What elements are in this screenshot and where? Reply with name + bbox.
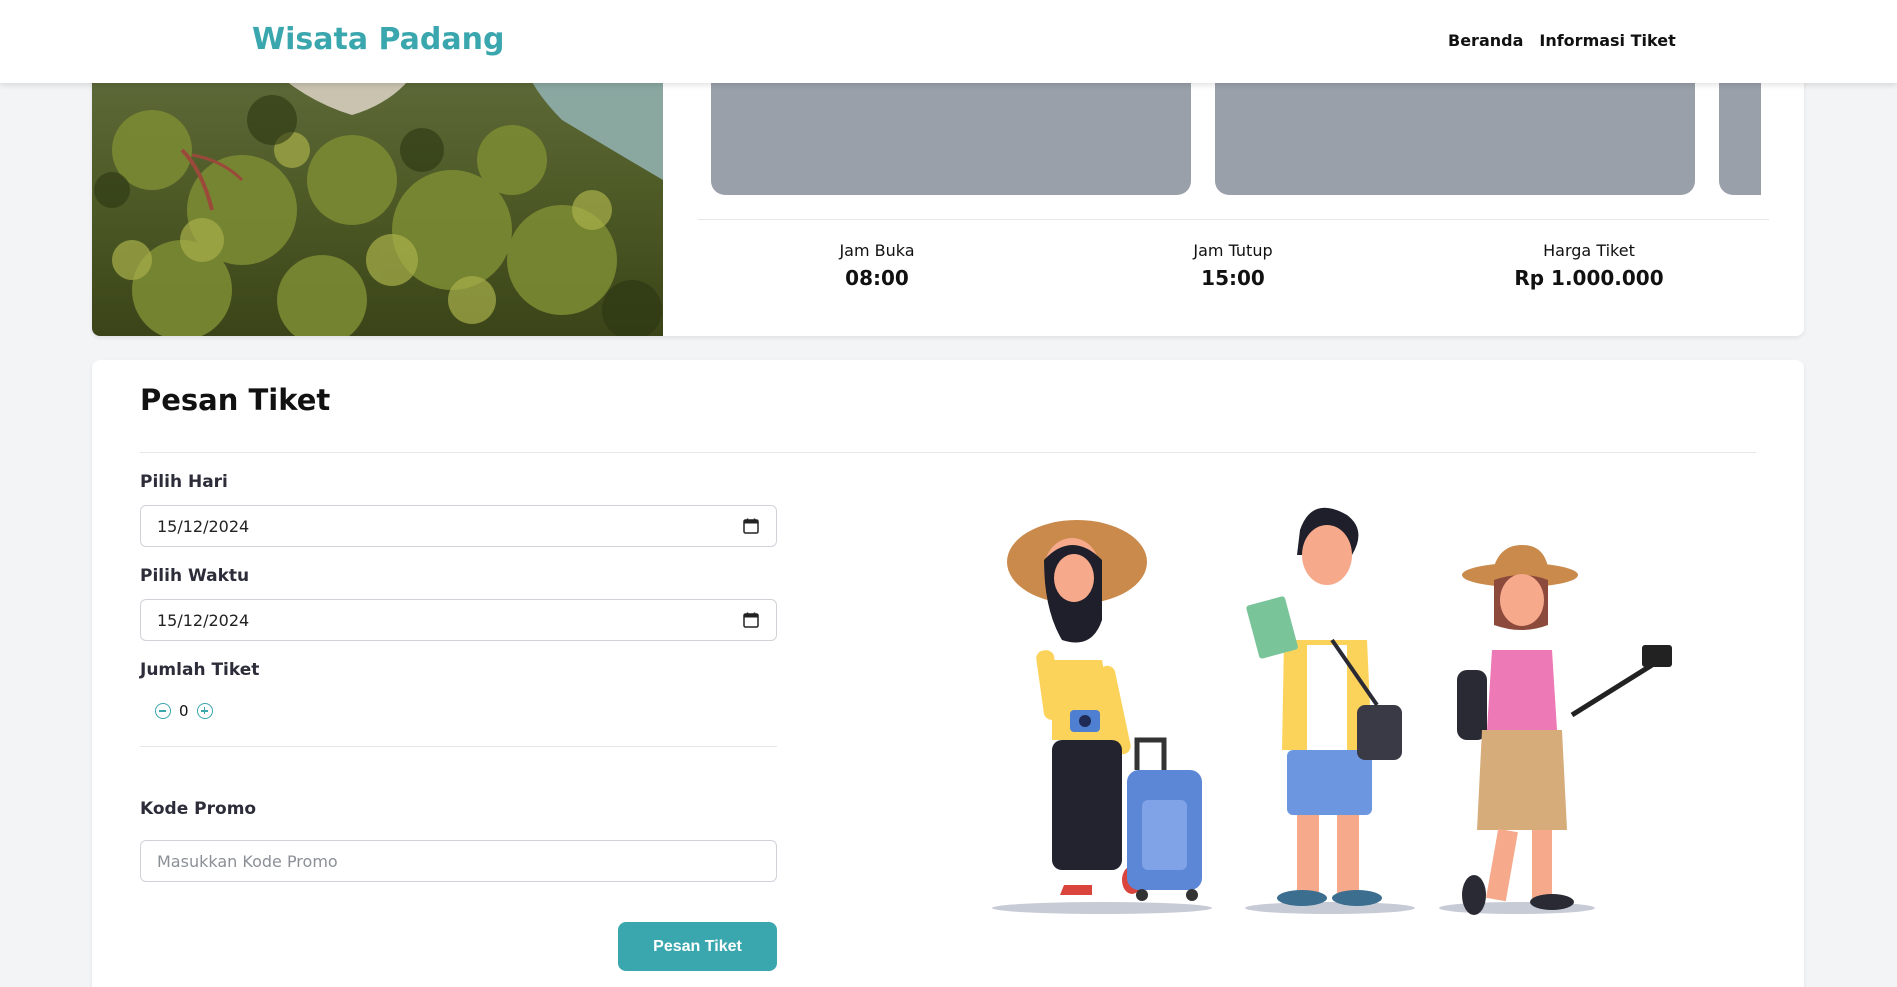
info-open-hour: Jam Buka 08:00 <box>757 241 997 290</box>
close-hour-value: 15:00 <box>1201 266 1265 290</box>
day-label: Pilih Hari <box>140 472 228 492</box>
promo-field[interactable] <box>140 840 777 882</box>
quantity-stepper: 0 <box>155 702 213 720</box>
quantity-label: Jumlah Tiket <box>140 660 260 680</box>
promo-label: Kode Promo <box>140 799 257 819</box>
time-date-value: 15/12/2024 <box>157 610 250 630</box>
destination-photo <box>92 60 663 336</box>
booking-title: Pesan Tiket <box>140 383 331 417</box>
nav-link-informasi-tiket[interactable]: Informasi Tiket <box>1539 31 1675 50</box>
nav-link-beranda[interactable]: Beranda <box>1448 31 1523 50</box>
nav-links: Beranda Informasi Tiket <box>1448 31 1676 50</box>
quantity-value: 0 <box>179 702 189 720</box>
open-hour-label: Jam Buka <box>839 241 915 260</box>
calendar-icon[interactable] <box>742 517 760 535</box>
ticket-price-label: Harga Tiket <box>1543 241 1635 260</box>
close-hour-label: Jam Tutup <box>1193 241 1273 260</box>
minus-circle-icon[interactable] <box>155 703 171 719</box>
submit-booking-button[interactable]: Pesan Tiket <box>618 922 777 971</box>
time-date-input[interactable]: 15/12/2024 <box>140 599 777 641</box>
title-divider <box>140 452 1756 453</box>
traveler-woman-selfie <box>1457 545 1672 915</box>
traveler-man-map <box>1246 507 1402 906</box>
calendar-icon[interactable] <box>742 611 760 629</box>
brand-logo[interactable]: Wisata Padang <box>252 22 504 57</box>
info-ticket-price: Harga Tiket Rp 1.000.000 <box>1469 241 1709 290</box>
day-date-input[interactable]: 15/12/2024 <box>140 505 777 547</box>
booking-card: Pesan Tiket Pilih Hari 15/12/2024 Pilih … <box>92 360 1804 987</box>
promo-input[interactable] <box>157 851 760 871</box>
info-close-hour: Jam Tutup 15:00 <box>1113 241 1353 290</box>
info-divider <box>698 219 1769 220</box>
time-label: Pilih Waktu <box>140 566 250 586</box>
navbar: Wisata Padang Beranda Informasi Tiket <box>0 0 1897 83</box>
quantity-divider <box>140 746 777 747</box>
open-hour-value: 08:00 <box>845 266 909 290</box>
plus-circle-icon[interactable] <box>196 703 213 719</box>
day-date-value: 15/12/2024 <box>157 516 250 536</box>
traveler-woman-hat <box>1007 520 1202 901</box>
travelers-illustration <box>992 507 1672 915</box>
destination-card: Jam Buka 08:00 Jam Tutup 15:00 Harga Tik… <box>92 60 1804 336</box>
ticket-price-value: Rp 1.000.000 <box>1514 266 1664 290</box>
